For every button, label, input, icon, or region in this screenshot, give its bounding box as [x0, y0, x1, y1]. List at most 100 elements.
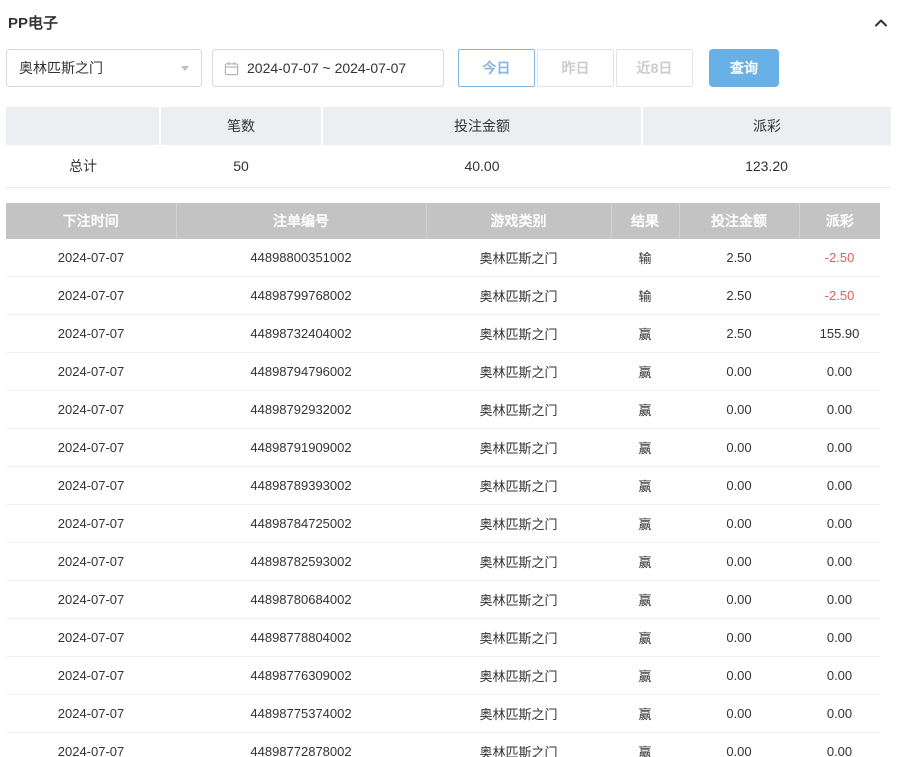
table-row: 2024-07-0744898791909002奥林匹斯之门赢0.000.00: [6, 429, 880, 467]
cell-bet-amount: 0.00: [679, 467, 799, 505]
cell-bet-time: 2024-07-07: [6, 315, 176, 353]
cell-payout: 0.00: [799, 391, 880, 429]
cell-payout: -2.50: [799, 277, 880, 315]
search-button[interactable]: 查询: [709, 49, 779, 87]
table-row: 2024-07-0744898794796002奥林匹斯之门赢0.000.00: [6, 353, 880, 391]
page-title: PP电子: [8, 12, 58, 33]
cell-game-type: 奥林匹斯之门: [426, 695, 611, 733]
cell-result: 赢: [611, 657, 679, 695]
cell-bet-time: 2024-07-07: [6, 505, 176, 543]
table-row: 2024-07-0744898789393002奥林匹斯之门赢0.000.00: [6, 467, 880, 505]
table-header-bet-id: 注单编号: [176, 203, 426, 239]
cell-payout: 0.00: [799, 619, 880, 657]
cell-result: 赢: [611, 353, 679, 391]
chevron-up-icon: [873, 15, 889, 31]
today-button[interactable]: 今日: [458, 49, 535, 87]
cell-game-type: 奥林匹斯之门: [426, 239, 611, 277]
cell-payout: 0.00: [799, 657, 880, 695]
table-row: 2024-07-0744898782593002奥林匹斯之门赢0.000.00: [6, 543, 880, 581]
cell-game-type: 奥林匹斯之门: [426, 619, 611, 657]
cell-game-type: 奥林匹斯之门: [426, 543, 611, 581]
table-row: 2024-07-0744898799768002奥林匹斯之门输2.50-2.50: [6, 277, 880, 315]
cell-bet-time: 2024-07-07: [6, 619, 176, 657]
table-header-result: 结果: [611, 203, 679, 239]
filter-bar: 奥林匹斯之门 2024-07-07 ~ 2024-07-07 今日 昨日 近8日…: [6, 49, 891, 87]
table-row: 2024-07-0744898776309002奥林匹斯之门赢0.000.00: [6, 657, 880, 695]
cell-bet-id: 44898778804002: [176, 619, 426, 657]
cell-result: 赢: [611, 619, 679, 657]
cell-bet-time: 2024-07-07: [6, 543, 176, 581]
cell-bet-time: 2024-07-07: [6, 391, 176, 429]
cell-result: 输: [611, 277, 679, 315]
cell-result: 赢: [611, 315, 679, 353]
table-header-payout: 派彩: [799, 203, 880, 239]
cell-result: 赢: [611, 695, 679, 733]
table-row: 2024-07-0744898778804002奥林匹斯之门赢0.000.00: [6, 619, 880, 657]
summary-header-blank: [6, 107, 160, 145]
collapse-panel-button[interactable]: [873, 15, 889, 31]
summary-header-row: 笔数 投注金额 派彩: [6, 107, 891, 145]
cell-bet-amount: 2.50: [679, 239, 799, 277]
last-8-days-button[interactable]: 近8日: [616, 49, 693, 87]
table-header-game-type: 游戏类别: [426, 203, 611, 239]
cell-game-type: 奥林匹斯之门: [426, 505, 611, 543]
cell-bet-amount: 0.00: [679, 619, 799, 657]
cell-bet-amount: 0.00: [679, 581, 799, 619]
cell-result: 赢: [611, 429, 679, 467]
panel-header: PP电子: [6, 10, 891, 45]
cell-game-type: 奥林匹斯之门: [426, 391, 611, 429]
cell-bet-time: 2024-07-07: [6, 429, 176, 467]
cell-game-type: 奥林匹斯之门: [426, 733, 611, 757]
cell-bet-amount: 0.00: [679, 657, 799, 695]
table-row: 2024-07-0744898800351002奥林匹斯之门输2.50-2.50: [6, 239, 880, 277]
cell-payout: 155.90: [799, 315, 880, 353]
cell-bet-time: 2024-07-07: [6, 277, 176, 315]
cell-bet-amount: 0.00: [679, 353, 799, 391]
cell-bet-id: 44898792932002: [176, 391, 426, 429]
main-table-header-row: 下注时间注单编号游戏类别结果投注金额派彩: [6, 203, 880, 239]
bet-records-table: 下注时间注单编号游戏类别结果投注金额派彩 2024-07-07448988003…: [6, 203, 880, 757]
cell-bet-id: 44898772878002: [176, 733, 426, 757]
cell-bet-id: 44898799768002: [176, 277, 426, 315]
table-row: 2024-07-0744898732404002奥林匹斯之门赢2.50155.9…: [6, 315, 880, 353]
summary-header-count: 笔数: [160, 107, 322, 145]
table-row: 2024-07-0744898784725002奥林匹斯之门赢0.000.00: [6, 505, 880, 543]
cell-game-type: 奥林匹斯之门: [426, 467, 611, 505]
cell-bet-amount: 0.00: [679, 505, 799, 543]
date-range-input[interactable]: 2024-07-07 ~ 2024-07-07: [212, 49, 444, 87]
cell-result: 赢: [611, 391, 679, 429]
table-row: 2024-07-0744898775374002奥林匹斯之门赢0.000.00: [6, 695, 880, 733]
cell-bet-id: 44898791909002: [176, 429, 426, 467]
quick-date-buttons: 今日 昨日 近8日: [458, 49, 693, 87]
cell-bet-amount: 0.00: [679, 543, 799, 581]
cell-bet-id: 44898732404002: [176, 315, 426, 353]
cell-result: 输: [611, 239, 679, 277]
yesterday-button[interactable]: 昨日: [537, 49, 614, 87]
cell-bet-time: 2024-07-07: [6, 467, 176, 505]
summary-total-row: 总计 50 40.00 123.20: [6, 145, 891, 187]
cell-payout: 0.00: [799, 353, 880, 391]
cell-payout: 0.00: [799, 581, 880, 619]
date-range-value: 2024-07-07 ~ 2024-07-07: [247, 60, 406, 76]
cell-bet-time: 2024-07-07: [6, 657, 176, 695]
summary-header-bet-amount: 投注金额: [322, 107, 642, 145]
calendar-icon: [224, 61, 239, 76]
cell-bet-amount: 0.00: [679, 733, 799, 757]
cell-result: 赢: [611, 543, 679, 581]
cell-payout: 0.00: [799, 695, 880, 733]
summary-total-count: 50: [160, 145, 322, 187]
main-table-body: 2024-07-0744898800351002奥林匹斯之门输2.50-2.50…: [6, 239, 880, 757]
cell-bet-time: 2024-07-07: [6, 581, 176, 619]
summary-total-bet-amount: 40.00: [322, 145, 642, 187]
chevron-down-icon: [181, 66, 189, 71]
table-header-bet-amount: 投注金额: [679, 203, 799, 239]
cell-bet-id: 44898789393002: [176, 467, 426, 505]
summary-total-label: 总计: [6, 145, 160, 187]
cell-game-type: 奥林匹斯之门: [426, 353, 611, 391]
cell-result: 赢: [611, 733, 679, 757]
cell-bet-amount: 2.50: [679, 315, 799, 353]
cell-payout: 0.00: [799, 505, 880, 543]
cell-game-type: 奥林匹斯之门: [426, 657, 611, 695]
cell-bet-id: 44898782593002: [176, 543, 426, 581]
game-select[interactable]: 奥林匹斯之门: [6, 49, 202, 87]
